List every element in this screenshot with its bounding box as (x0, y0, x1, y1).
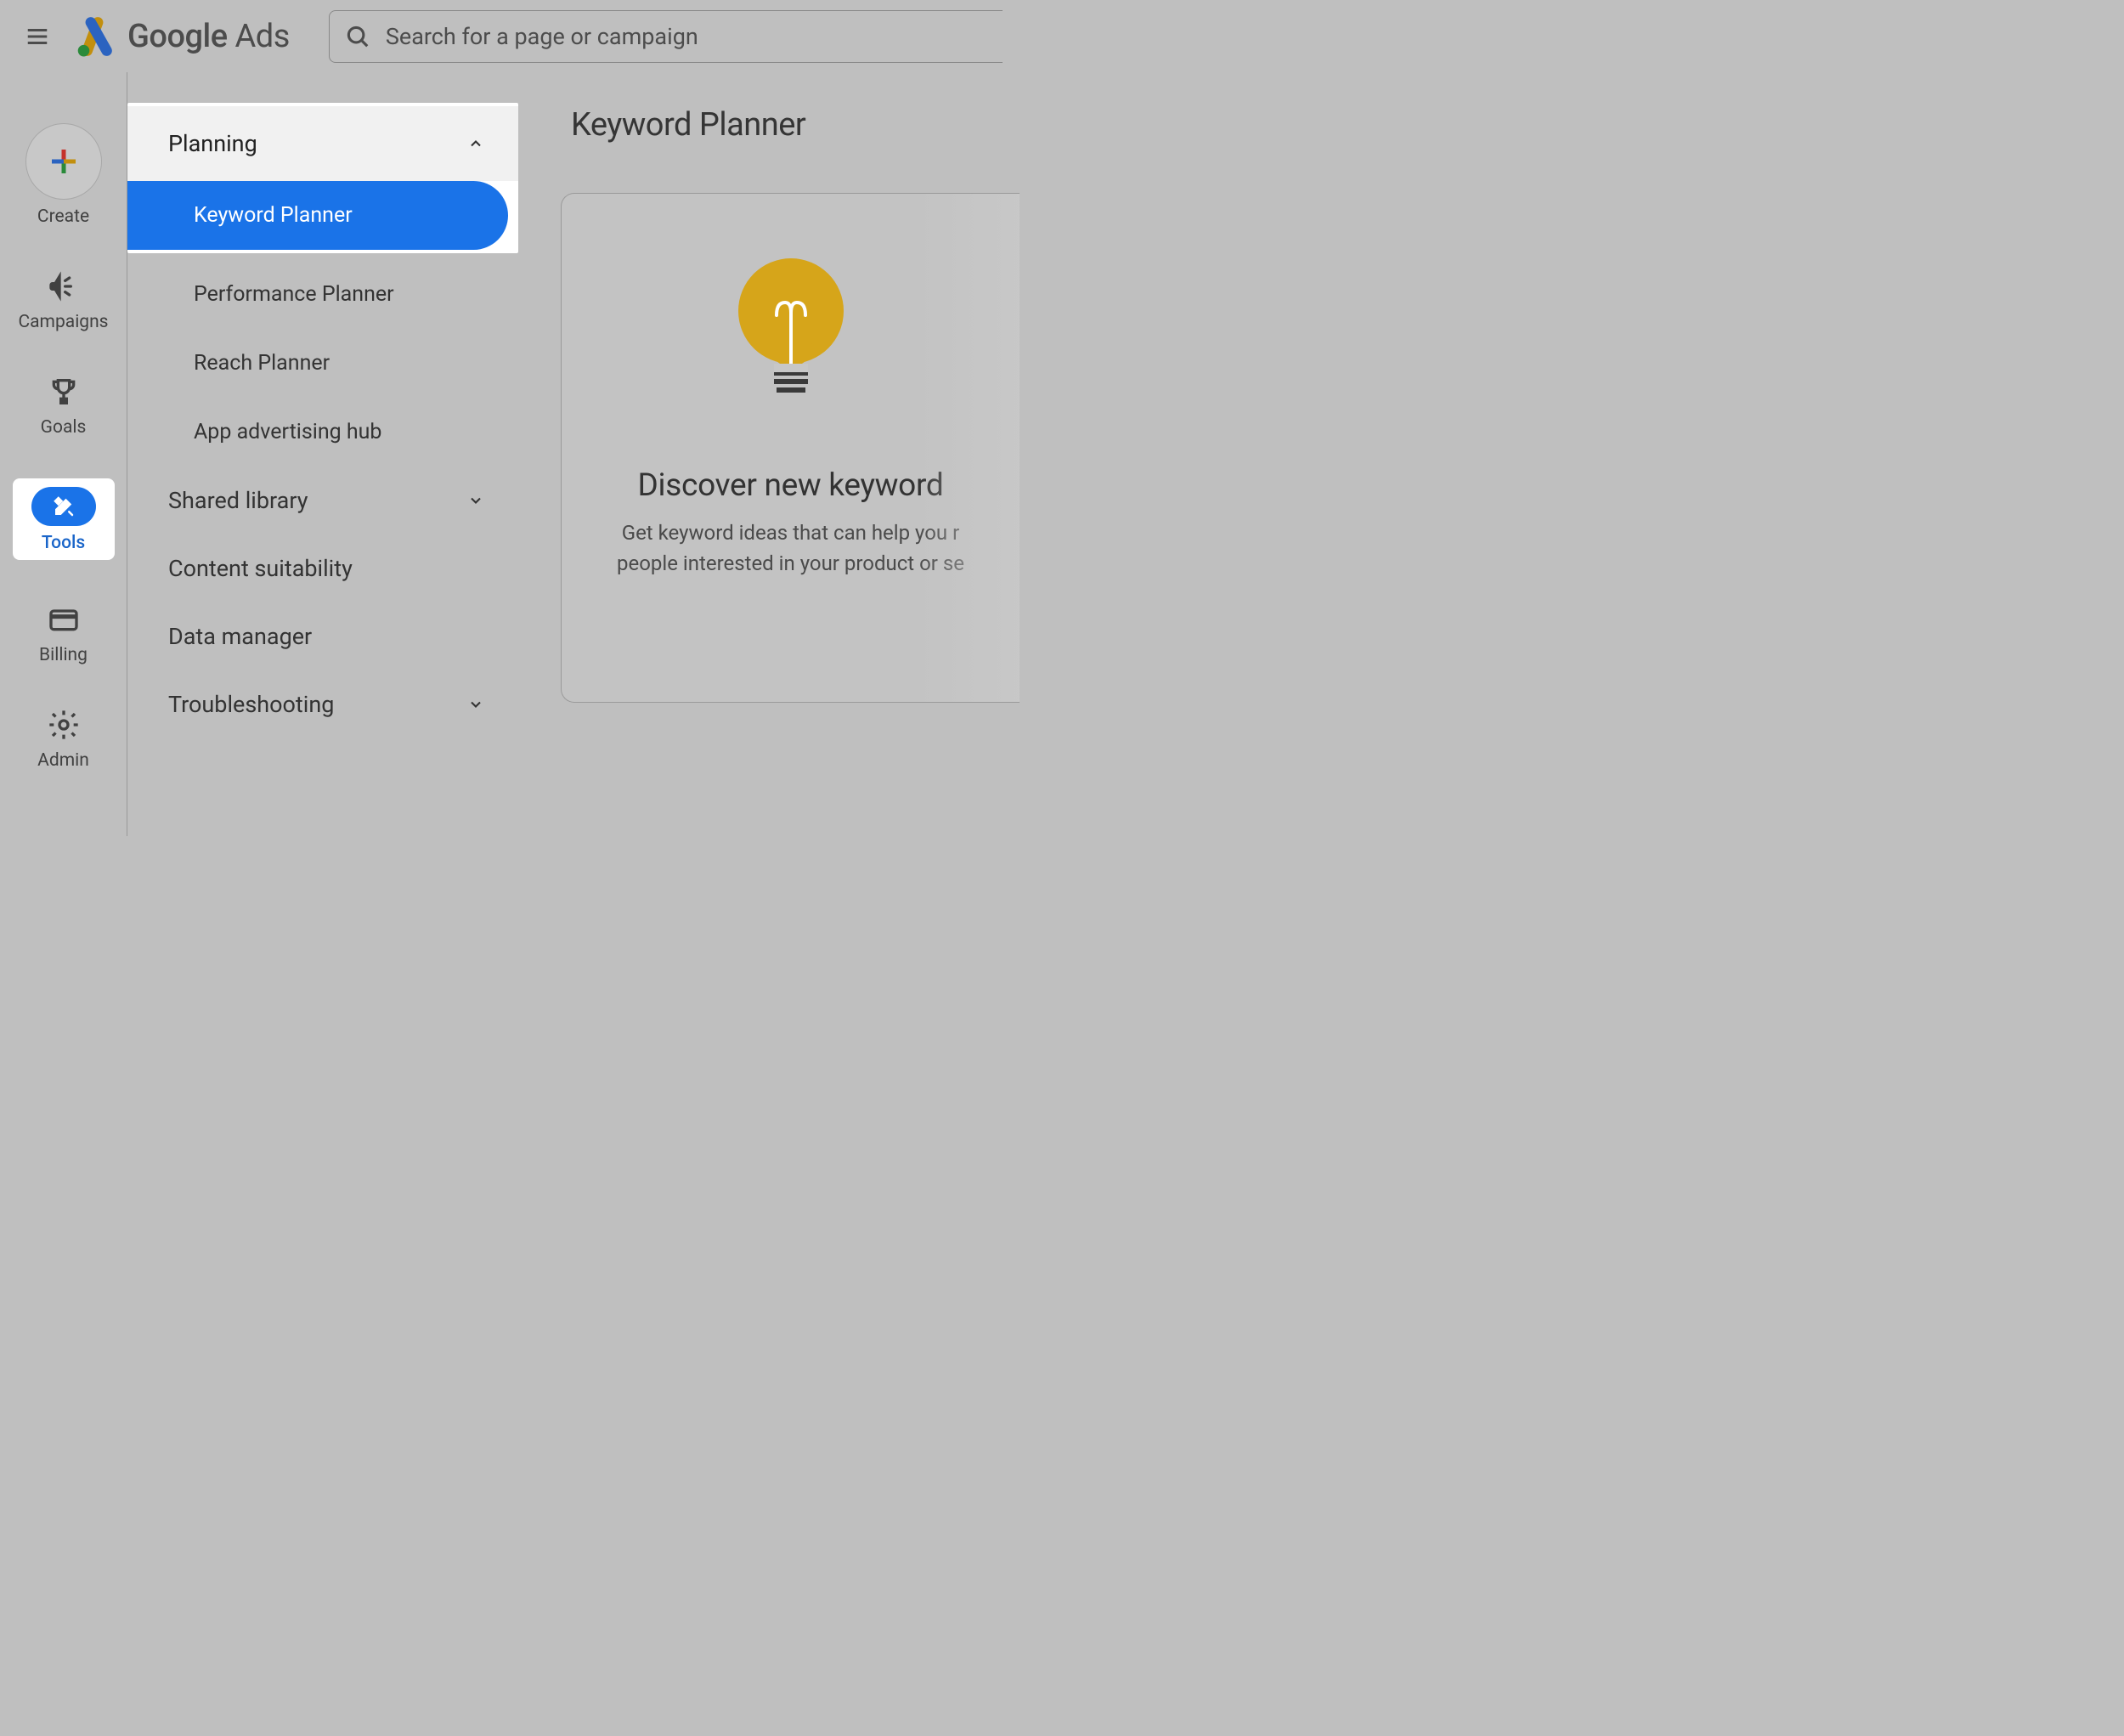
logo[interactable]: Google Ads (73, 15, 290, 58)
search-icon (345, 24, 370, 49)
tools-icon (51, 494, 76, 519)
page-title: Keyword Planner (571, 106, 1020, 144)
rail-tools-label: Tools (42, 533, 85, 553)
plus-icon (47, 144, 81, 178)
main-content: Keyword Planner Discover new keyword Get… (518, 72, 1020, 836)
create-button-circle (25, 123, 102, 200)
card-fade-overlay (918, 194, 1020, 702)
nav-troubleshooting-label: Troubleshooting (168, 691, 334, 718)
card-title: Discover new keyword (638, 467, 944, 504)
card-description: Get keyword ideas that can help you r pe… (617, 517, 964, 579)
chevron-down-icon (467, 492, 484, 509)
menu-button[interactable] (17, 16, 58, 57)
rail-billing[interactable]: Billing (13, 601, 115, 665)
rail-create[interactable]: Create (13, 123, 115, 227)
google-ads-logo-icon (73, 15, 116, 58)
nav-item-content-suitability[interactable]: Content suitability (127, 534, 518, 602)
nav-planning-highlight: Planning Keyword Planner (127, 103, 518, 253)
chevron-down-icon (467, 696, 484, 713)
rail-create-label: Create (37, 206, 89, 227)
nav-planning-label: Planning (168, 130, 257, 157)
header: Google Ads (0, 0, 1020, 72)
lightbulb-icon (727, 252, 855, 425)
rail-campaigns-label: Campaigns (18, 312, 108, 332)
search-bar[interactable] (329, 10, 1003, 63)
nav-item-data-manager[interactable]: Data manager (127, 602, 518, 670)
left-rail: Create Campaigns Goals Tools Billing (0, 72, 127, 836)
logo-text: Google Ads (127, 18, 290, 55)
search-input[interactable] (386, 23, 987, 50)
rail-tools[interactable]: Tools (13, 478, 115, 560)
gear-icon (47, 708, 81, 742)
rail-billing-label: Billing (39, 645, 88, 665)
nav-item-reach-planner[interactable]: Reach Planner (127, 329, 518, 398)
nav-section-shared-library[interactable]: Shared library (127, 467, 518, 534)
trophy-icon (47, 375, 81, 409)
rail-campaigns[interactable]: Campaigns (13, 268, 115, 332)
rail-goals[interactable]: Goals (13, 373, 115, 438)
card-icon (47, 602, 81, 636)
rail-goals-label: Goals (41, 417, 87, 438)
nav-item-performance-planner[interactable]: Performance Planner (127, 260, 518, 329)
nav-section-troubleshooting[interactable]: Troubleshooting (127, 670, 518, 738)
megaphone-icon (47, 269, 81, 303)
chevron-up-icon (467, 135, 484, 152)
hamburger-icon (25, 24, 50, 49)
nav-item-app-advertising-hub[interactable]: App advertising hub (127, 398, 518, 467)
nav-shared-library-label: Shared library (168, 487, 308, 514)
rail-admin-label: Admin (37, 750, 89, 771)
rail-admin[interactable]: Admin (13, 706, 115, 771)
nav-panel: Planning Keyword Planner Performance Pla… (127, 72, 518, 836)
nav-item-keyword-planner[interactable]: Keyword Planner (127, 181, 508, 250)
discover-keywords-card[interactable]: Discover new keyword Get keyword ideas t… (561, 193, 1020, 703)
nav-section-planning[interactable]: Planning (127, 106, 518, 181)
